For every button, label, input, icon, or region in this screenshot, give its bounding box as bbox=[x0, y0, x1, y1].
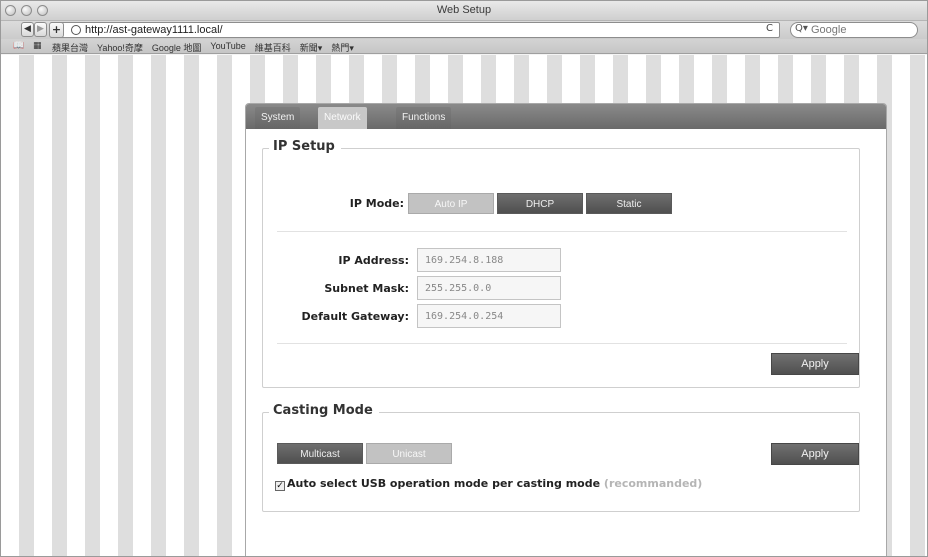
ip-mode-auto-ip-button[interactable]: Auto IP bbox=[408, 193, 494, 214]
unicast-button[interactable]: Unicast bbox=[366, 443, 452, 464]
casting-mode-group: Casting Mode Multicast Unicast Apply ✓ Au… bbox=[262, 403, 860, 512]
tab-bar: System Network Functions bbox=[246, 104, 886, 129]
auto-select-label[interactable]: Auto select USB operation mode per casti… bbox=[287, 477, 600, 490]
ip-mode-static-button[interactable]: Static bbox=[586, 193, 672, 214]
address-bar[interactable]: + http://ast-gateway1111.local/ C bbox=[49, 22, 780, 38]
bookmark-item[interactable]: 蘋果台灣 bbox=[52, 41, 88, 54]
ip-mode-label: IP Mode: bbox=[349, 197, 404, 210]
ip-setup-group: IP Setup IP Mode: Auto IP DHCP Static IP… bbox=[262, 139, 860, 388]
reload-icon[interactable]: C bbox=[766, 23, 773, 34]
bookmark-item[interactable]: 維基百科 bbox=[255, 41, 291, 54]
auto-select-row: ✓ Auto select USB operation mode per cast… bbox=[275, 477, 702, 491]
divider bbox=[277, 343, 847, 344]
url-text[interactable]: http://ast-gateway1111.local/ bbox=[85, 24, 223, 36]
book-icon[interactable]: 📖 bbox=[13, 41, 24, 51]
browser-window: Web Setup ◀ ▶ + http://ast-gateway1111.l… bbox=[0, 0, 928, 557]
ip-setup-apply-button[interactable]: Apply bbox=[771, 353, 859, 375]
tab-system[interactable]: System bbox=[255, 107, 301, 129]
forward-button[interactable]: ▶ bbox=[34, 22, 47, 37]
bookmark-item[interactable]: Yahoo!奇摩 bbox=[97, 41, 143, 54]
casting-mode-title: Casting Mode bbox=[269, 403, 379, 418]
search-icon: Q▾ bbox=[795, 23, 808, 34]
bookmark-list: 蘋果台灣 Yahoo!奇摩 Google 地圖 YouTube 維基百科 新聞▾… bbox=[52, 41, 354, 54]
ip-mode-dhcp-button[interactable]: DHCP bbox=[497, 193, 583, 214]
tab-functions[interactable]: Functions bbox=[396, 107, 452, 129]
casting-mode-apply-button[interactable]: Apply bbox=[771, 443, 859, 465]
recommended-hint: (recommanded) bbox=[603, 477, 703, 490]
bookmarks-bar: 📖 ▦ 蘋果台灣 Yahoo!奇摩 Google 地圖 YouTube 維基百科… bbox=[1, 39, 927, 54]
page-content: System Network Functions IP Setup IP Mod… bbox=[1, 55, 927, 556]
bookmark-item[interactable]: 新聞▾ bbox=[300, 41, 323, 54]
title-bar: Web Setup bbox=[1, 1, 927, 21]
globe-icon bbox=[71, 25, 81, 35]
multicast-button[interactable]: Multicast bbox=[277, 443, 363, 464]
ip-address-label: IP Address: bbox=[338, 254, 409, 267]
tab-network[interactable]: Network bbox=[318, 107, 367, 129]
browser-toolbar: ◀ ▶ + http://ast-gateway1111.local/ C Q▾… bbox=[1, 21, 927, 39]
divider bbox=[277, 231, 847, 232]
default-gateway-label: Default Gateway: bbox=[301, 310, 409, 323]
search-placeholder: Google bbox=[811, 24, 847, 36]
bookmark-item[interactable]: Google 地圖 bbox=[152, 41, 202, 54]
window-title: Web Setup bbox=[436, 4, 492, 16]
default-gateway-field[interactable]: 169.254.0.254 bbox=[417, 304, 561, 328]
subnet-mask-label: Subnet Mask: bbox=[324, 282, 409, 295]
search-input[interactable]: Q▾ Google bbox=[790, 22, 918, 38]
auto-select-checkbox[interactable]: ✓ bbox=[275, 481, 285, 491]
settings-panel: System Network Functions IP Setup IP Mod… bbox=[245, 103, 887, 556]
subnet-mask-field[interactable]: 255.255.0.0 bbox=[417, 276, 561, 300]
grid-icon[interactable]: ▦ bbox=[33, 41, 42, 51]
ip-setup-title: IP Setup bbox=[269, 139, 341, 154]
bookmark-item[interactable]: 熱門▾ bbox=[331, 41, 354, 54]
back-button[interactable]: ◀ bbox=[21, 22, 34, 37]
add-bookmark-button[interactable]: + bbox=[49, 22, 64, 38]
ip-address-field[interactable]: 169.254.8.188 bbox=[417, 248, 561, 272]
bookmark-item[interactable]: YouTube bbox=[210, 41, 245, 54]
